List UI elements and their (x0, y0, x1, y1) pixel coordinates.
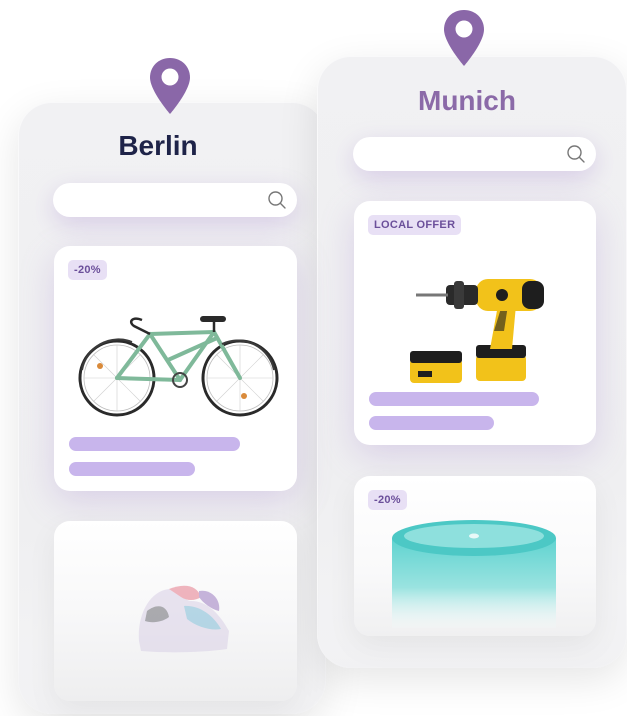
sneaker-image (129, 571, 239, 666)
title-placeholder-bar (369, 392, 539, 406)
discount-badge: -20% (68, 260, 107, 280)
product-card-smart-speaker[interactable]: -20% (354, 476, 596, 636)
subtitle-placeholder-bar (69, 462, 195, 476)
discount-badge: -20% (368, 490, 407, 510)
smart-speaker-image (384, 518, 564, 633)
bicycle-image (72, 298, 282, 428)
title-placeholder-bar (69, 437, 240, 451)
power-drill-image (404, 259, 564, 394)
search-input-munich[interactable] (353, 137, 596, 171)
location-pin-icon (148, 56, 192, 121)
city-title-berlin: Berlin (118, 130, 198, 161)
location-pin-icon (442, 8, 486, 73)
search-input-berlin[interactable] (53, 183, 297, 217)
search-icon[interactable] (566, 144, 586, 169)
search-icon[interactable] (267, 190, 287, 215)
product-card-bicycle[interactable]: -20% (54, 246, 297, 491)
subtitle-placeholder-bar (369, 416, 494, 430)
product-card-sneaker[interactable] (54, 521, 297, 701)
product-card-power-drill[interactable]: LOCAL OFFER (354, 201, 596, 445)
local-offer-badge: LOCAL OFFER (368, 215, 462, 235)
city-title-munich: Munich (418, 85, 516, 116)
